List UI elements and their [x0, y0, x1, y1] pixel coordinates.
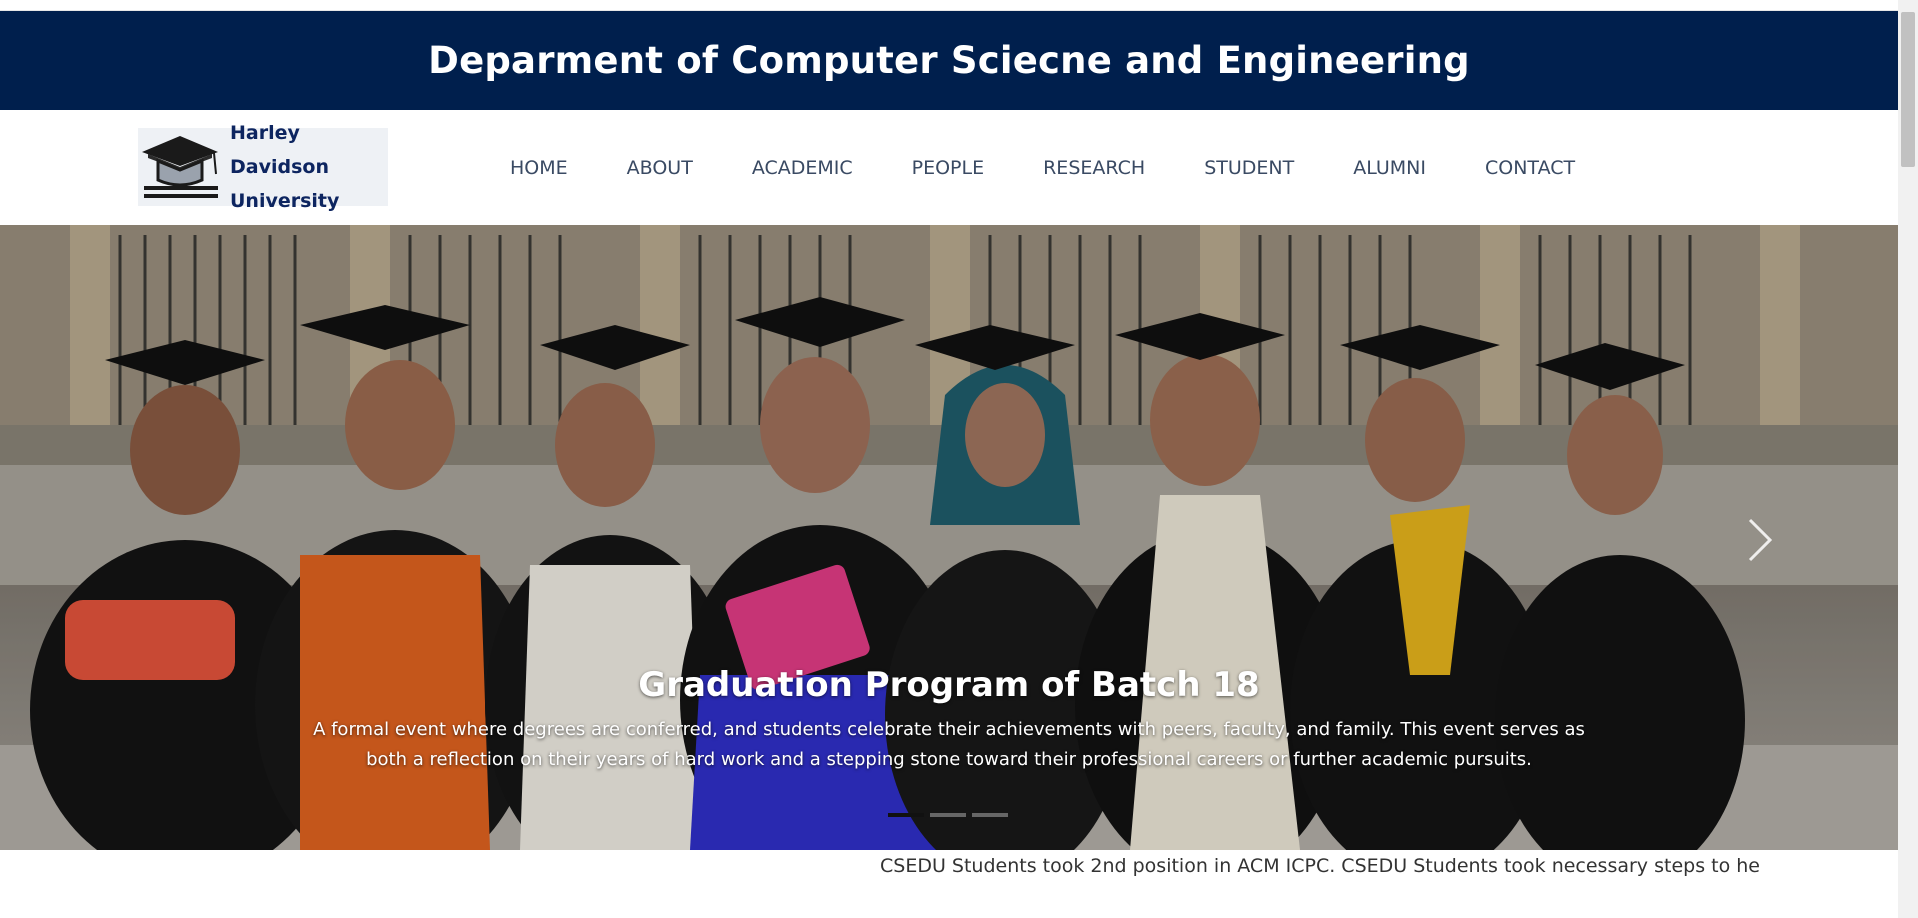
carousel-indicator-2[interactable]	[930, 813, 966, 817]
nav-contact[interactable]: CONTACT	[1485, 157, 1575, 179]
carousel-indicators	[888, 813, 1008, 817]
carousel-caption: Graduation Program of Batch 18 A formal …	[0, 665, 1898, 775]
nav-research[interactable]: RESEARCH	[1043, 157, 1145, 179]
navbar: Harley Davidson University HOME ABOUT AC…	[0, 110, 1898, 225]
page-scrollbar[interactable]	[1898, 0, 1918, 918]
carousel-indicator-1[interactable]	[888, 813, 924, 817]
carousel-indicator-3[interactable]	[972, 813, 1008, 817]
logo-text: Harley Davidson University	[230, 116, 388, 218]
scrollbar-thumb[interactable]	[1901, 12, 1915, 167]
page: Deparment of Computer Sciecne and Engine…	[0, 0, 1918, 918]
carousel-caption-text: A formal event where degrees are conferr…	[313, 719, 1585, 770]
logo-line-1: Harley Davidson	[230, 122, 329, 178]
top-strip	[0, 0, 1898, 11]
graduation-cap-icon	[138, 128, 230, 206]
nav-about[interactable]: ABOUT	[627, 157, 693, 179]
page-title: Deparment of Computer Sciecne and Engine…	[428, 39, 1470, 82]
university-logo[interactable]: Harley Davidson University	[138, 122, 388, 212]
nav-menu: HOME ABOUT ACADEMIC PEOPLE RESEARCH STUD…	[510, 110, 1634, 225]
nav-home[interactable]: HOME	[510, 157, 568, 179]
carousel-caption-title: Graduation Program of Batch 18	[638, 665, 1260, 705]
nav-academic[interactable]: ACADEMIC	[752, 157, 853, 179]
logo-line-2: University	[230, 190, 340, 212]
nav-people[interactable]: PEOPLE	[912, 157, 984, 179]
news-ticker-text: CSEDU Students took 2nd position in ACM …	[880, 855, 1760, 877]
hero-carousel: Graduation Program of Batch 18 A formal …	[0, 225, 1898, 850]
nav-alumni[interactable]: ALUMNI	[1353, 157, 1426, 179]
carousel-next-chevron-right-icon[interactable]	[1740, 515, 1780, 565]
title-bar: Deparment of Computer Sciecne and Engine…	[0, 11, 1898, 110]
nav-student[interactable]: STUDENT	[1204, 157, 1294, 179]
news-ticker[interactable]: CSEDU Students took 2nd position in ACM …	[880, 852, 1760, 880]
